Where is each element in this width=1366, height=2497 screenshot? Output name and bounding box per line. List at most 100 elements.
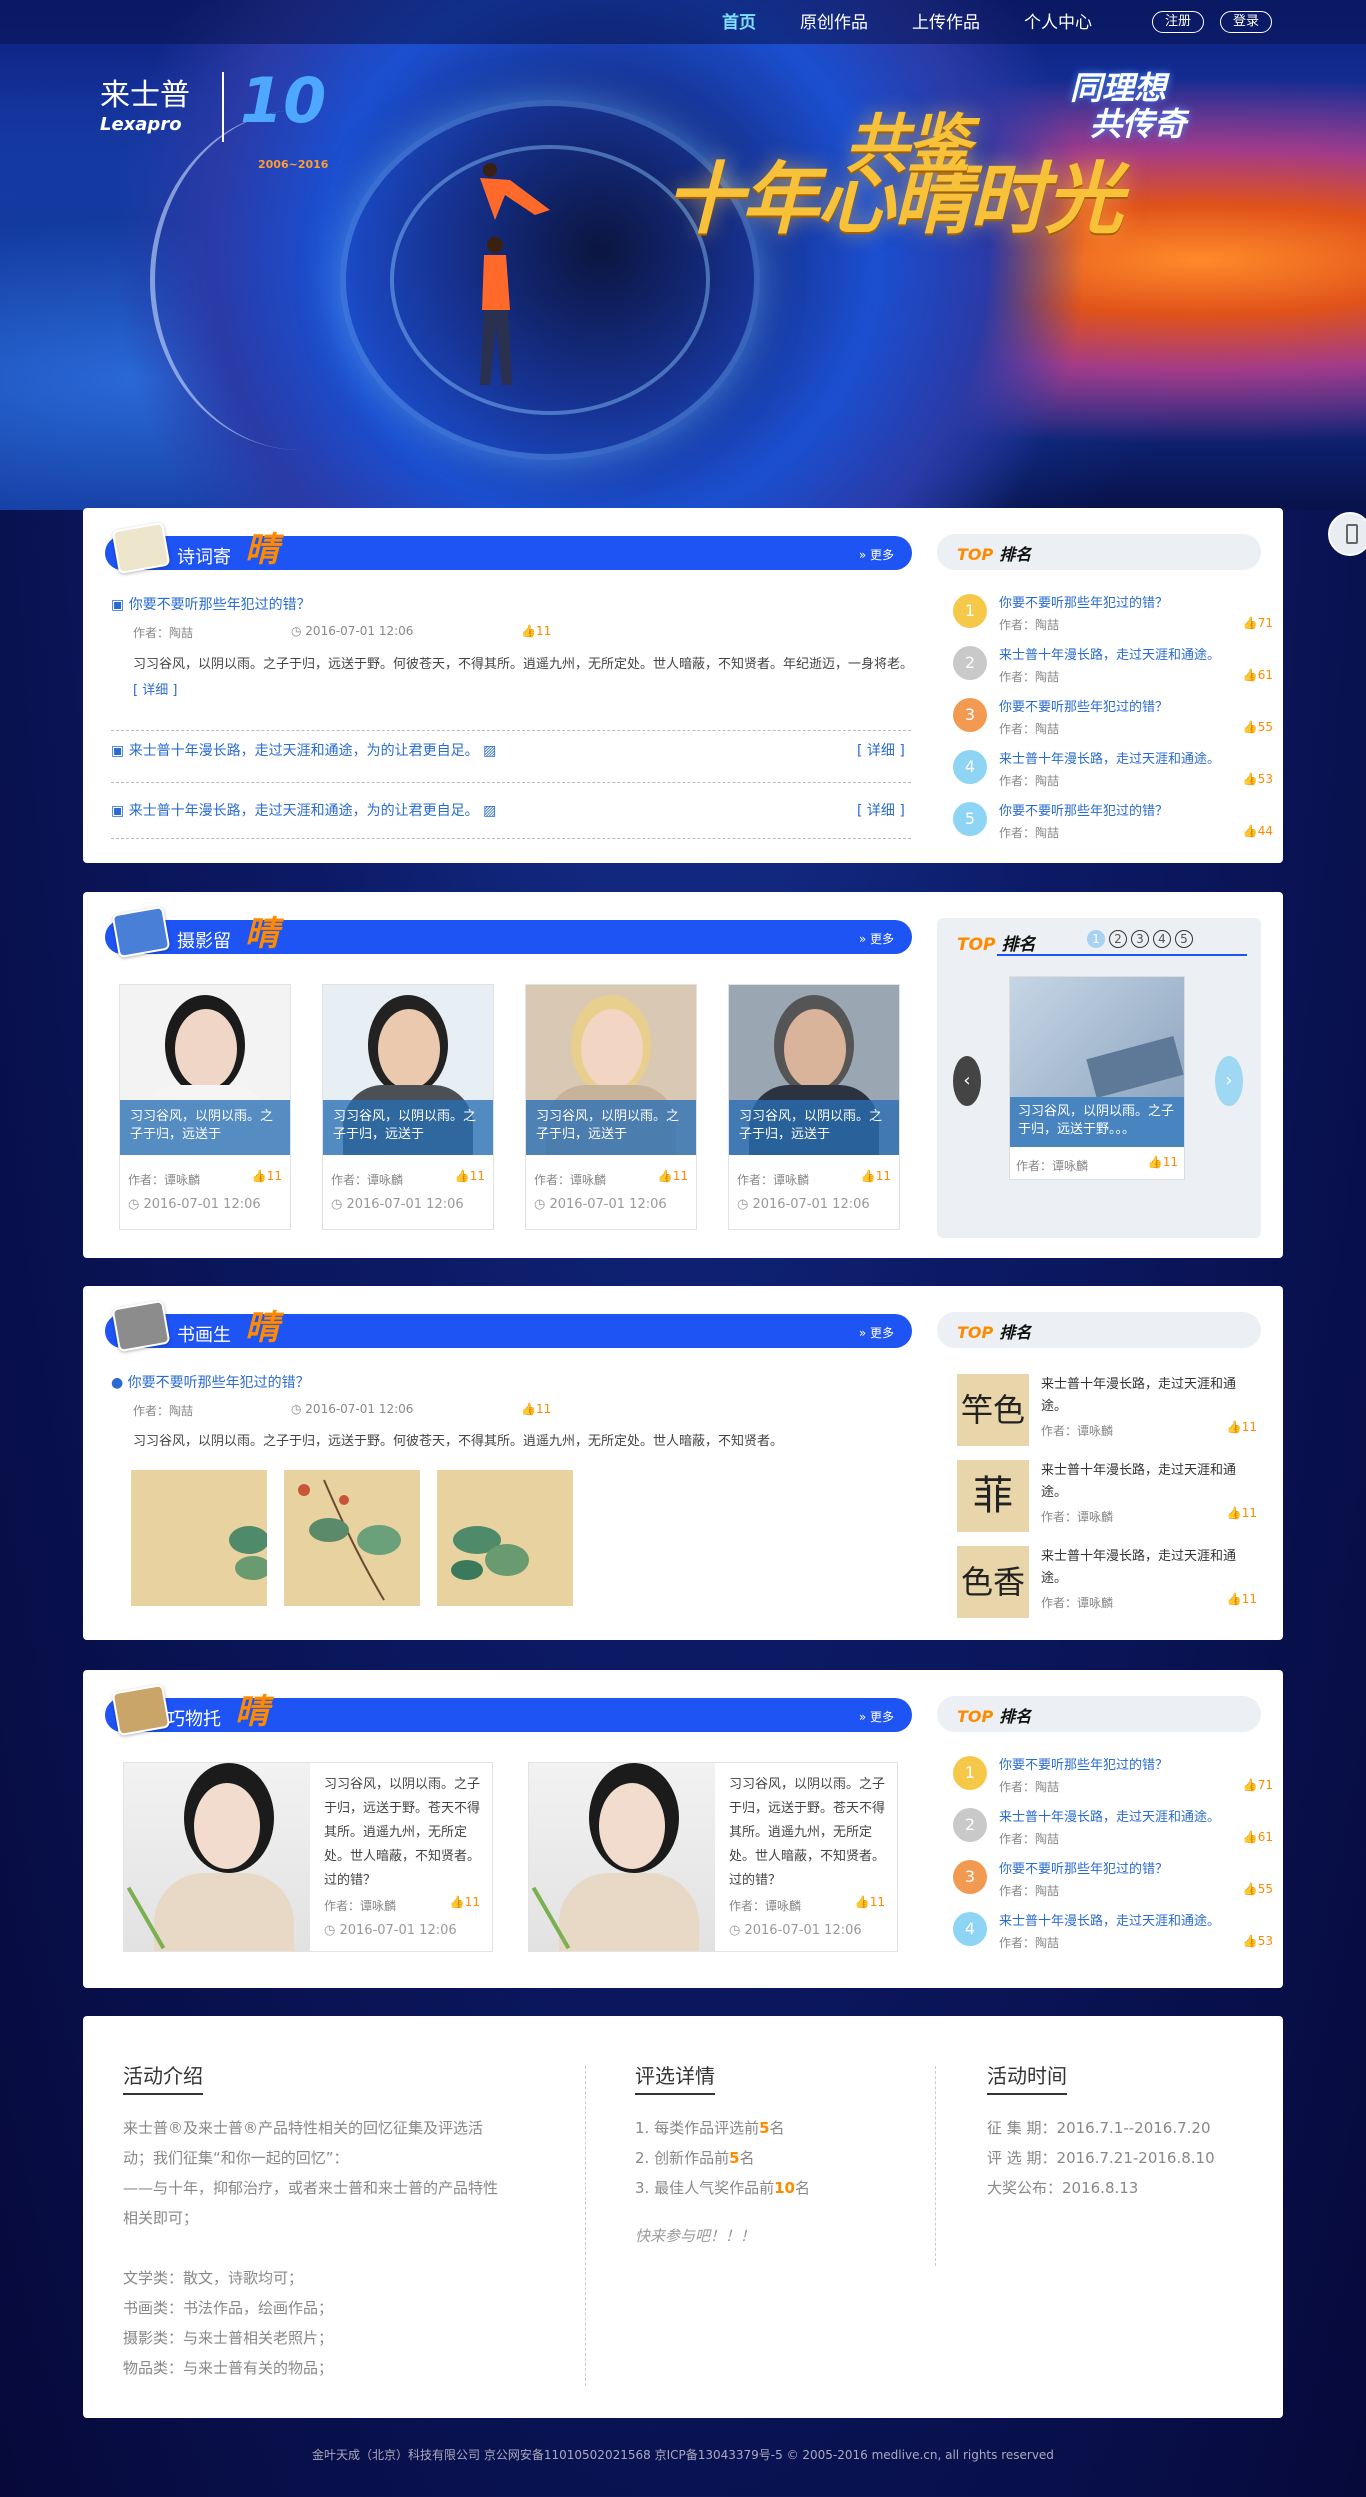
rank-item-likes[interactable]: 👍53 (1243, 1934, 1273, 1948)
pager-dot[interactable]: 4 (1153, 930, 1171, 948)
rank-item-likes[interactable]: 👍71 (1243, 616, 1273, 630)
rank-item-title[interactable]: 来士普十年漫长路，走过天涯和通途。 (999, 1910, 1269, 1929)
rank-item[interactable]: 2 来士普十年漫长路，走过天涯和通途。 作者：陶喆 👍61 (953, 644, 1273, 690)
paint-rank-likes[interactable]: 👍11 (1227, 1420, 1257, 1434)
paint-rank-title[interactable]: 来士普十年漫长路，走过天涯和通途。 (1041, 1460, 1251, 1504)
date-text: 2016-07-01 12:06 (339, 1923, 457, 1938)
nav-home[interactable]: 首页 (700, 10, 778, 36)
photo-caption: 习习谷风，以阴以雨。之子于归，远送于 (526, 1100, 696, 1155)
rank-item-title[interactable]: 你要不要听那些年犯过的错？ (999, 696, 1269, 715)
poem-line-2-detail[interactable]: [ 详细 ] (857, 800, 905, 820)
calligraphy-thumbnail: 竿色 (957, 1374, 1029, 1446)
nav-original[interactable]: 原创作品 (778, 10, 890, 36)
rank-item-author: 作者：陶喆 (999, 1884, 1060, 1898)
rank-item-likes[interactable]: 👍61 (1243, 668, 1273, 682)
rank-item-author: 作者：陶喆 (999, 670, 1060, 684)
rank-item[interactable]: 3 你要不要听那些年犯过的错？ 作者：陶喆 👍55 (953, 1858, 1273, 1904)
rank-item-likes[interactable]: 👍55 (1243, 720, 1273, 734)
intro-title: 活动介绍 (123, 2060, 203, 2095)
craft-card[interactable]: 习习谷风，以阴以雨。之子于归，远送于野。苍天不得其所。逍遥九州，无所定处。世人暗… (528, 1762, 898, 1952)
photo-likes[interactable]: 👍11 (658, 1169, 688, 1183)
photo-likes[interactable]: 👍11 (861, 1169, 891, 1183)
photo-rank-pager: 12345 (1087, 930, 1193, 948)
rank-item-likes[interactable]: 👍53 (1243, 772, 1273, 786)
pager-dot[interactable]: 3 (1131, 930, 1149, 948)
painting-thumbnail[interactable] (131, 1470, 271, 1606)
rank-item[interactable]: 3 你要不要听那些年犯过的错？ 作者：陶喆 👍55 (953, 696, 1273, 742)
poem-line-2[interactable]: ▣ 来士普十年漫长路，走过天涯和通途，为的让君更自足。 ▨ (111, 800, 496, 820)
photo-author: 作者：谭咏麟 (331, 1173, 404, 1187)
rank-item-likes[interactable]: 👍61 (1243, 1830, 1273, 1844)
next-arrow-icon[interactable]: › (1215, 1056, 1243, 1106)
portrait-face (581, 1009, 643, 1089)
photo-card[interactable]: 习习谷风，以阴以雨。之子于归，远送于 作者：谭咏麟 👍11 ◷ 2016-07-01 … (119, 984, 291, 1230)
nav-upload[interactable]: 上传作品 (890, 10, 1002, 36)
craft-section: 巧物托 晴 » 更多 习习谷风，以阴以雨。之子于归，远送于野。苍天不得其所。逍遥… (83, 1670, 1283, 1988)
photo-likes[interactable]: 👍11 (252, 1169, 282, 1183)
poem-line-1-detail[interactable]: [ 详细 ] (857, 740, 905, 760)
register-button[interactable]: 注册 (1152, 11, 1205, 33)
rank-item-title[interactable]: 来士普十年漫长路，走过天涯和通途。 (999, 748, 1269, 767)
photo-rank-slide[interactable]: 习习谷风，以阴以雨。之子于归，远送于野。。。 作者：谭咏麟 👍11 (1009, 976, 1185, 1180)
craft-card[interactable]: 习习谷风，以阴以雨。之子于归，远送于野。苍天不得其所。逍遥九州，无所定处。世人暗… (123, 1762, 493, 1952)
paint-rank-likes[interactable]: 👍11 (1227, 1506, 1257, 1520)
likes-count: 53 (1257, 1934, 1273, 1948)
rank-item[interactable]: 5 你要不要听那些年犯过的错？ 作者：陶喆 👍44 (953, 800, 1273, 846)
poem-more-link[interactable]: » 更多 (859, 546, 894, 563)
prev-arrow-icon[interactable]: ‹ (953, 1056, 981, 1106)
poem-line-1[interactable]: ▣ 来士普十年漫长路，走过天涯和通途，为的让君更自足。 ▨ (111, 740, 496, 760)
pager-dot[interactable]: 5 (1175, 930, 1193, 948)
photo-card[interactable]: 习习谷风，以阴以雨。之子于归，远送于 作者：谭咏麟 👍11 ◷ 2016-07-01 … (728, 984, 900, 1230)
paint-more-link[interactable]: » 更多 (859, 1324, 894, 1341)
craft-likes[interactable]: 👍11 (450, 1895, 480, 1909)
craft-more-link[interactable]: » 更多 (859, 1708, 894, 1725)
paint-post-title[interactable]: ● 你要不要听那些年犯过的错？ (111, 1372, 911, 1392)
pager-dot[interactable]: 1 (1087, 930, 1105, 948)
paint-rank-item[interactable]: 色香 来士普十年漫长路，走过天涯和通途。 作者：谭咏麟 👍11 (957, 1546, 1257, 1622)
craft-likes[interactable]: 👍11 (855, 1895, 885, 1909)
calligraphy-thumbnail: 菲 (957, 1460, 1029, 1532)
rank-item-title[interactable]: 你要不要听那些年犯过的错？ (999, 592, 1269, 611)
rank-item-title[interactable]: 你要不要听那些年犯过的错？ (999, 800, 1269, 819)
select-line-suffix: 名 (769, 2119, 785, 2137)
paint-rank-item[interactable]: 竿色 来士普十年漫长路，走过天涯和通途。 作者：谭咏麟 👍11 (957, 1374, 1257, 1450)
photo-author: 作者：谭咏麟 (737, 1173, 810, 1187)
intro-line: ——与十年，抑郁治疗，或者来士普和来士普的产品特性 (123, 2179, 499, 2197)
painting-thumbnail[interactable] (284, 1470, 420, 1606)
nav-personal[interactable]: 个人中心 (1002, 10, 1114, 36)
photo-card[interactable]: 习习谷风，以阴以雨。之子于归，远送于 作者：谭咏麟 👍11 ◷ 2016-07-01 … (525, 984, 697, 1230)
rank-item[interactable]: 4 来士普十年漫长路，走过天涯和通途。 作者：陶喆 👍53 (953, 748, 1273, 794)
rank-item-likes[interactable]: 👍71 (1243, 1778, 1273, 1792)
rank-item-title[interactable]: 来士普十年漫长路，走过天涯和通途。 (999, 644, 1269, 663)
paint-rank-likes[interactable]: 👍11 (1227, 1592, 1257, 1606)
paint-post-likes[interactable]: 👍11 (521, 1402, 551, 1416)
login-button[interactable]: 登录 (1220, 11, 1273, 33)
poem-post-detail[interactable]: [ 详细 ] (133, 683, 177, 698)
paint-rank-title[interactable]: 来士普十年漫长路，走过天涯和通途。 (1041, 1374, 1251, 1418)
photo-likes[interactable]: 👍11 (455, 1169, 485, 1183)
paint-rank-title[interactable]: 来士普十年漫长路，走过天涯和通途。 (1041, 1546, 1251, 1590)
rank-item-likes[interactable]: 👍44 (1243, 824, 1273, 838)
photo-rank-slide-image (1010, 977, 1184, 1097)
photo-author: 作者：谭咏麟 (128, 1173, 201, 1187)
mobile-icon[interactable] (1328, 512, 1366, 556)
painting-thumbnail[interactable] (437, 1470, 573, 1606)
rank-item[interactable]: 4 来士普十年漫长路，走过天涯和通途。 作者：陶喆 👍53 (953, 1910, 1273, 1956)
select-line-text: 1. 每类作品评选前 (635, 2119, 760, 2137)
paint-rank-item[interactable]: 菲来士普十年漫长路，走过天涯和通途。 作者：谭咏麟 👍11 (957, 1460, 1257, 1536)
photo-card[interactable]: 习习谷风，以阴以雨。之子于归，远送于 作者：谭咏麟 👍11 ◷ 2016-07-01 … (322, 984, 494, 1230)
rank-item-title[interactable]: 你要不要听那些年犯过的错？ (999, 1754, 1269, 1773)
rank-item[interactable]: 2 来士普十年漫长路，走过天涯和通途。 作者：陶喆 👍61 (953, 1806, 1273, 1852)
poem-post-title[interactable]: ▣ 你要不要听那些年犯过的错？ (111, 594, 911, 614)
rank-item-title[interactable]: 你要不要听那些年犯过的错？ (999, 1858, 1269, 1877)
rank-item-title[interactable]: 来士普十年漫长路，走过天涯和通途。 (999, 1806, 1269, 1825)
photo-rank-slide-likes[interactable]: 👍11 (1148, 1155, 1178, 1169)
poem-post-likes[interactable]: 👍11 (521, 624, 551, 638)
poem-section-header: 诗词寄 晴 » 更多 (105, 521, 912, 575)
rank-item[interactable]: 1 你要不要听那些年犯过的错？ 作者：陶喆 👍71 (953, 592, 1273, 638)
pager-dot[interactable]: 2 (1109, 930, 1127, 948)
rank-item-likes[interactable]: 👍55 (1243, 1882, 1273, 1896)
rank-item[interactable]: 1 你要不要听那些年犯过的错？ 作者：陶喆 👍71 (953, 1754, 1273, 1800)
photo-more-link[interactable]: » 更多 (859, 930, 894, 947)
photo-rank-underline (997, 954, 1247, 956)
